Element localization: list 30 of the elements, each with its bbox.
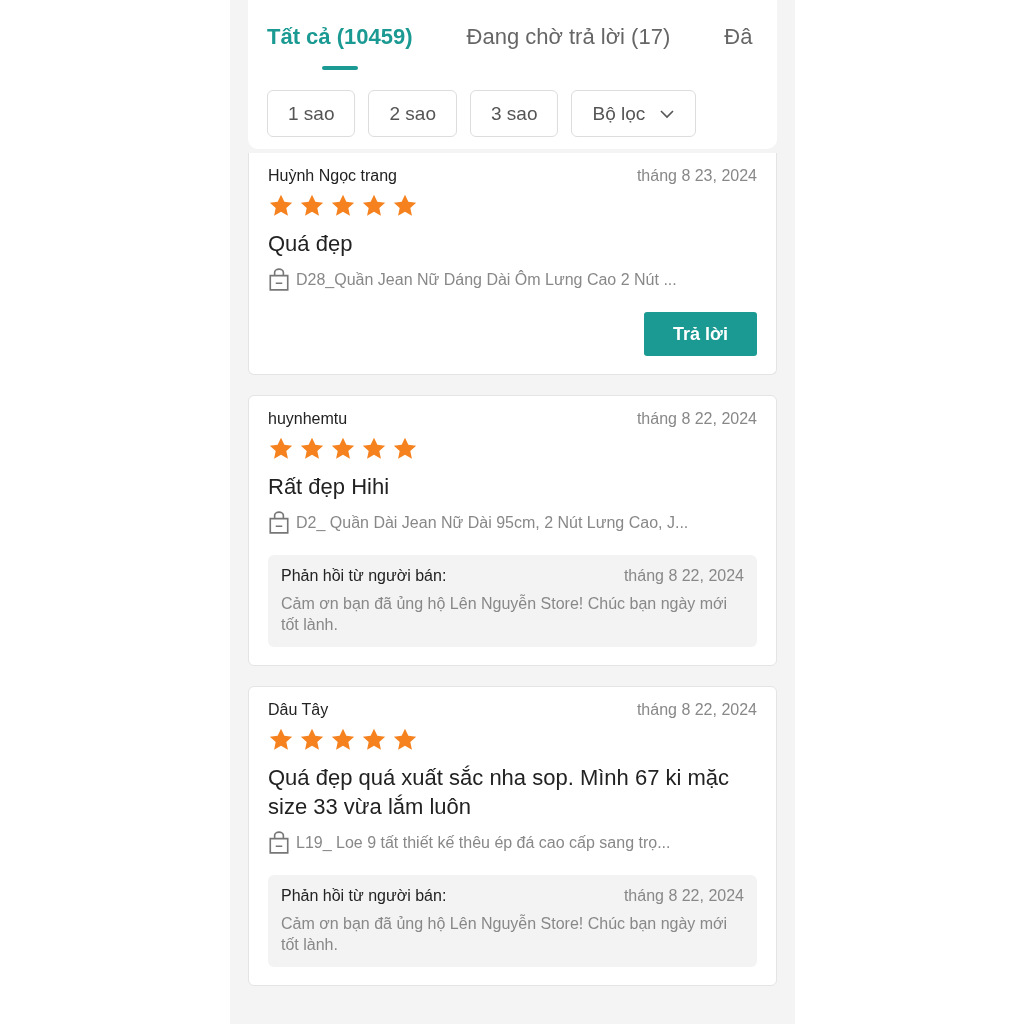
seller-reply-date: tháng 8 22, 2024	[623, 567, 744, 585]
filter-button[interactable]: 3 sao	[469, 90, 559, 137]
shopping-bag-icon	[268, 268, 290, 292]
seller-reply-label: Phản hồi từ người bán:	[281, 887, 447, 905]
seller-reply-text: Cảm ơn bạn đã ủng hộ Lên Nguyễn Store! Chúc bạn ngày mới tốt lành.	[281, 913, 729, 955]
seller-reply-text: Cảm ơn bạn đã ủng hộ Lên Nguyễn Store! Chúc bạn ngày mới tốt lành.	[281, 593, 729, 635]
filter-button[interactable]: 1 sao	[267, 90, 356, 137]
filter-button[interactable]: 2 sao	[368, 90, 457, 137]
filter-button[interactable]: Bộ lọc	[571, 90, 697, 137]
review-date: tháng 8 22, 2024	[636, 701, 757, 719]
review-text: Quá đẹp	[268, 230, 354, 258]
reviewer-name: Dâu Tây	[268, 701, 329, 719]
shopping-bag-icon	[268, 511, 290, 535]
reviewer-name: Huỳnh Ngọc trang	[268, 167, 397, 185]
shopping-bag-icon	[268, 831, 290, 855]
tab[interactable]: Đang chờ trả lời (17)	[466, 24, 671, 70]
reviewer-name: huynhemtu	[268, 410, 348, 428]
review-text: Quá đẹp quá xuất sắc nha sop. Mình 67 ki mặc size 33 vừa lắm luôn	[268, 764, 731, 821]
review-text: Rất đẹp Hihi	[268, 473, 391, 501]
chevron-down-icon	[659, 107, 676, 120]
product-name[interactable]: D2_ Quần Dài Jean Nữ Dài 95cm, 2 Nút Lưng Cao, J...	[296, 514, 689, 532]
tab[interactable]: Đâ	[724, 24, 753, 70]
tab[interactable]: Tất cả (10459)	[267, 24, 413, 70]
seller-reply-label: Phản hồi từ người bán:	[281, 567, 447, 585]
review-date: tháng 8 23, 2024	[636, 167, 757, 185]
reply-button[interactable]: Trả lời	[644, 312, 757, 356]
product-name[interactable]: L19_ Loe 9 tất thiết kế thêu ép đá cao cấp sang trọ...	[296, 834, 671, 852]
seller-reply-date: tháng 8 22, 2024	[623, 887, 744, 905]
review-date: tháng 8 22, 2024	[636, 410, 757, 428]
product-name[interactable]: D28_Quần Jean Nữ Dáng Dài Ôm Lưng Cao 2 Nút ...	[296, 271, 677, 289]
